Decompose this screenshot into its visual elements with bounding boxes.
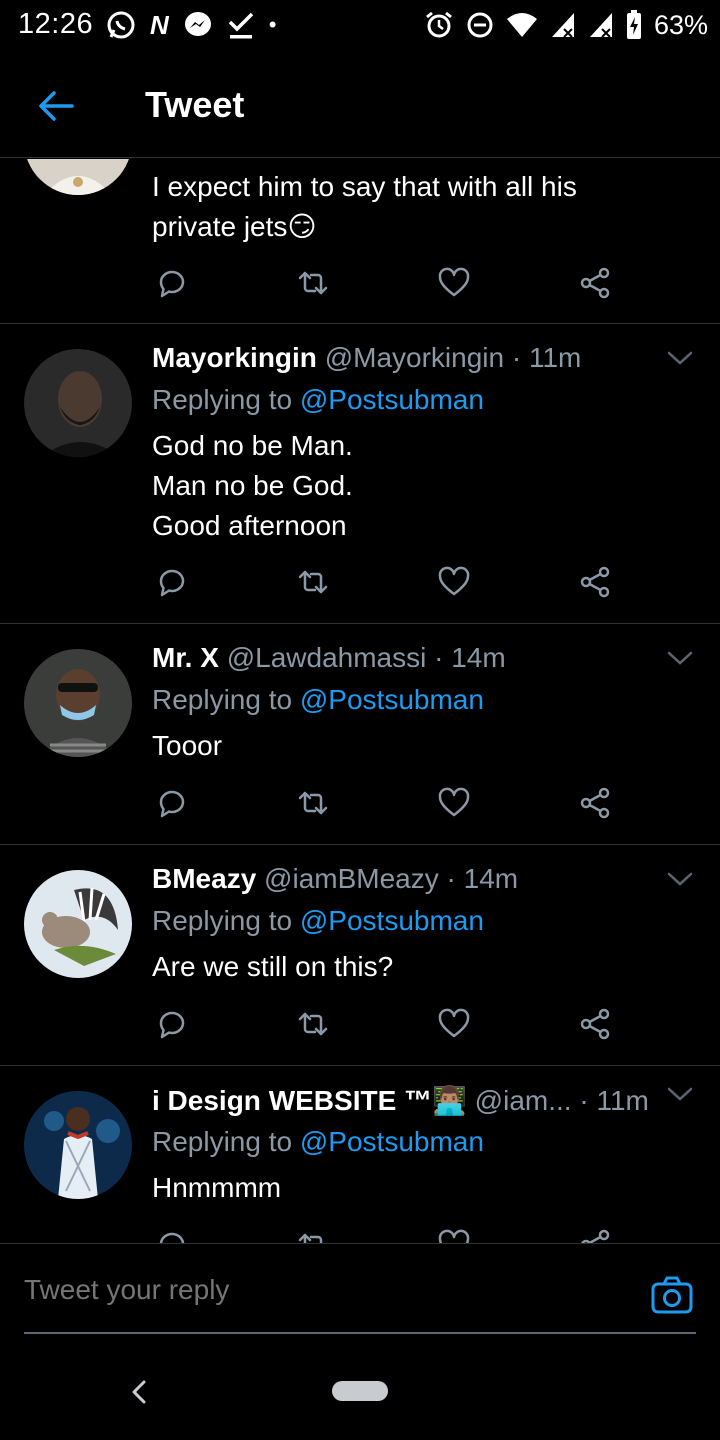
signal-icon bbox=[550, 9, 576, 41]
author-name[interactable]: BMeazy bbox=[152, 863, 256, 894]
share-icon[interactable] bbox=[577, 265, 613, 301]
tweet-time: · 11m bbox=[511, 342, 582, 373]
tweet-text: Tooor bbox=[152, 730, 223, 761]
reply-icon[interactable] bbox=[154, 564, 190, 600]
share-icon[interactable] bbox=[577, 564, 613, 600]
like-icon[interactable] bbox=[436, 265, 472, 301]
messenger-icon bbox=[183, 9, 213, 41]
signal-icon bbox=[588, 9, 614, 41]
status-left-icons: N • bbox=[106, 9, 276, 41]
author-handle[interactable]: @iamBMeazy bbox=[264, 863, 439, 894]
replying-to: Replying to @Postsubman bbox=[152, 684, 484, 715]
avatar[interactable] bbox=[24, 159, 132, 195]
reply-icon[interactable] bbox=[154, 1227, 190, 1243]
tweet-time: · 14m bbox=[434, 642, 506, 673]
mention-link[interactable]: @Postsubman bbox=[300, 384, 484, 415]
like-icon[interactable] bbox=[436, 785, 472, 821]
chevron-down-icon[interactable] bbox=[666, 648, 694, 668]
share-icon[interactable] bbox=[577, 1006, 613, 1042]
dnd-icon bbox=[466, 9, 494, 41]
camera-icon bbox=[651, 1276, 693, 1314]
status-right-icons: 63% bbox=[424, 9, 708, 41]
whatsapp-icon bbox=[106, 9, 136, 41]
reply-composer bbox=[0, 1243, 720, 1440]
mention-link[interactable]: @Postsubman bbox=[300, 905, 484, 936]
author-name[interactable]: Mr. X bbox=[152, 642, 219, 673]
retweet-icon[interactable] bbox=[295, 1227, 331, 1243]
tweet-item[interactable]: BMeazy @iamBMeazy · 14m Replying to @Pos… bbox=[0, 845, 720, 1066]
reply-icon[interactable] bbox=[154, 265, 190, 301]
tweet-text: God no be Man. Man no be God. Good after… bbox=[152, 430, 353, 541]
back-button[interactable] bbox=[34, 84, 78, 128]
share-icon[interactable] bbox=[577, 785, 613, 821]
n-app-icon: N bbox=[150, 9, 169, 40]
replying-to: Replying to @Postsubman bbox=[152, 905, 484, 936]
download-done-icon bbox=[227, 9, 255, 41]
alarm-icon bbox=[424, 9, 454, 41]
author-name[interactable]: Mayorkingin bbox=[152, 342, 317, 373]
battery-percent: 63% bbox=[653, 9, 708, 40]
app-screen: 12:26 N • 63% Tweet I expect him to say … bbox=[0, 0, 720, 1440]
tweet-actions bbox=[154, 1227, 614, 1243]
author-handle[interactable]: @Lawdahmassi bbox=[227, 642, 427, 673]
avatar[interactable] bbox=[24, 349, 132, 457]
avatar[interactable] bbox=[24, 649, 132, 757]
tweet-actions bbox=[154, 564, 614, 604]
replying-to: Replying to @Postsubman bbox=[152, 384, 484, 415]
app-header: Tweet bbox=[0, 52, 720, 158]
tweet-time: · 14m bbox=[446, 863, 519, 894]
wifi-icon bbox=[506, 9, 538, 41]
tweet-actions bbox=[154, 785, 614, 825]
tweet-header: Mayorkingin @Mayorkingin · 11m bbox=[152, 342, 650, 374]
tweet-header: i Design WEBSITE ™👨🏽‍💻 @iam... · 11m bbox=[152, 1084, 650, 1117]
tweet-time: · 11m bbox=[579, 1085, 649, 1116]
reply-feed: I expect him to say that with all his pr… bbox=[0, 159, 720, 1243]
author-name[interactable]: i Design WEBSITE ™👨🏽‍💻 bbox=[152, 1085, 467, 1116]
input-underline bbox=[24, 1332, 696, 1334]
tweet-actions bbox=[154, 1006, 614, 1046]
status-bar: 12:26 N • 63% bbox=[0, 0, 720, 50]
mention-link[interactable]: @Postsubman bbox=[300, 684, 484, 715]
tweet-item[interactable]: Mr. X @Lawdahmassi · 14m Replying to @Po… bbox=[0, 624, 720, 845]
retweet-icon[interactable] bbox=[295, 265, 331, 301]
nav-back-icon[interactable] bbox=[128, 1378, 150, 1406]
chevron-down-icon[interactable] bbox=[666, 348, 694, 368]
chevron-down-icon[interactable] bbox=[666, 869, 694, 889]
tweet-header: Mr. X @Lawdahmassi · 14m bbox=[152, 642, 650, 674]
reply-icon[interactable] bbox=[154, 785, 190, 821]
page-title: Tweet bbox=[145, 84, 245, 125]
tweet-header: BMeazy @iamBMeazy · 14m bbox=[152, 863, 650, 895]
tweet-item[interactable]: I expect him to say that with all his pr… bbox=[0, 159, 720, 324]
arrow-left-icon bbox=[39, 91, 74, 121]
mention-link[interactable]: @Postsubman bbox=[300, 1126, 484, 1157]
home-pill-icon[interactable] bbox=[332, 1381, 388, 1401]
like-icon[interactable] bbox=[436, 1227, 472, 1243]
chevron-down-icon[interactable] bbox=[666, 1084, 694, 1104]
avatar[interactable] bbox=[24, 1091, 132, 1199]
tweet-text: Hnmmmm bbox=[152, 1172, 282, 1203]
replying-to: Replying to @Postsubman bbox=[152, 1126, 484, 1157]
reply-input[interactable] bbox=[24, 1274, 624, 1306]
author-handle[interactable]: @iam... bbox=[475, 1085, 572, 1116]
share-icon[interactable] bbox=[577, 1227, 613, 1243]
camera-button[interactable] bbox=[650, 1274, 694, 1318]
author-handle[interactable]: @Mayorkingin bbox=[325, 342, 504, 373]
tweet-actions bbox=[154, 265, 614, 305]
tweet-item[interactable]: i Design WEBSITE ™👨🏽‍💻 @iam... · 11m Rep… bbox=[0, 1066, 720, 1243]
retweet-icon[interactable] bbox=[295, 1006, 331, 1042]
like-icon[interactable] bbox=[436, 1006, 472, 1042]
retweet-icon[interactable] bbox=[295, 785, 331, 821]
battery-charging-icon bbox=[626, 9, 642, 41]
tweet-item[interactable]: Mayorkingin @Mayorkingin · 11m Replying … bbox=[0, 324, 720, 624]
status-time: 12:26 bbox=[18, 8, 94, 40]
tweet-text: I expect him to say that with all his pr… bbox=[152, 171, 577, 242]
dot-icon: • bbox=[268, 12, 277, 37]
like-icon[interactable] bbox=[436, 564, 472, 600]
avatar[interactable] bbox=[24, 870, 132, 978]
retweet-icon[interactable] bbox=[295, 564, 331, 600]
reply-icon[interactable] bbox=[154, 1006, 190, 1042]
tweet-text: Are we still on this? bbox=[152, 951, 394, 982]
